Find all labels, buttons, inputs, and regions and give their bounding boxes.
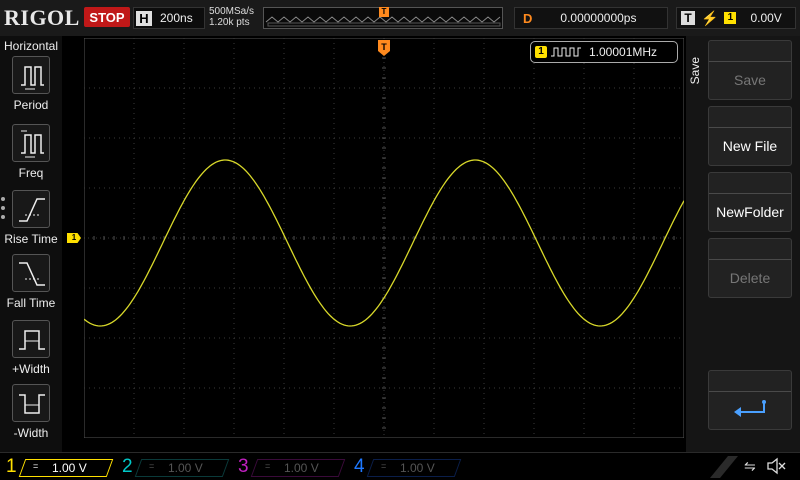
new-file-button-label: New File (709, 127, 791, 163)
timebase-value: 200ns (160, 11, 193, 25)
run-stop-status[interactable]: STOP (84, 7, 130, 27)
channel-number: 3 (238, 456, 249, 477)
measure-freq[interactable]: Freq (0, 124, 62, 188)
frequency-measurement[interactable]: 1 1.00001MHz (530, 41, 678, 63)
rising-edge-icon: ⚡ (701, 9, 719, 26)
coupling-icon: = (33, 461, 39, 471)
new-file-button[interactable]: New File (708, 106, 792, 166)
sample-rate: 500MSa/s (209, 6, 255, 17)
delete-button[interactable]: Delete (708, 238, 792, 298)
channel-4-status[interactable]: 4 = 1.00 V (348, 455, 462, 479)
trigger-position-top-marker: T (379, 7, 389, 17)
trigger-settings[interactable]: T ⚡ 1 0.00V (676, 7, 796, 29)
save-button[interactable]: Save (708, 40, 792, 100)
trigger-source-badge: 1 (724, 12, 737, 24)
measure-label: +Width (12, 362, 50, 376)
status-divider-icon (710, 456, 738, 478)
usb-icon: ⇋ (744, 458, 756, 474)
negative-width-icon (12, 384, 50, 422)
channel-number: 4 (354, 456, 365, 477)
save-menu: Save Save New File NewFolder Delete (686, 36, 800, 452)
measure-label: Rise Time (4, 232, 58, 246)
channel-number: 1 (6, 456, 17, 477)
speaker-muted-icon[interactable] (766, 457, 786, 475)
panel-title: Horizontal (3, 39, 59, 53)
measure-negative-width[interactable]: -Width (0, 384, 62, 448)
timebase-letter: H (136, 10, 152, 26)
brand-logo: RIGOL (4, 5, 80, 30)
new-folder-button-label: NewFolder (709, 193, 791, 229)
channel-scale: 1.00 V (400, 461, 435, 475)
frequency-value: 1.00001MHz (589, 45, 658, 59)
coupling-icon: = (381, 461, 387, 471)
horizontal-measure-panel: Horizontal Period Freq Rise Time Fall Ti… (0, 36, 62, 452)
svg-text:T: T (381, 42, 387, 52)
measure-label: Period (13, 98, 49, 112)
delay-value: 0.00000000ps (560, 11, 637, 25)
fall-time-icon (12, 254, 50, 292)
measure-positive-width[interactable]: +Width (0, 320, 62, 384)
channel-1-status[interactable]: 1 = 1.00 V (0, 455, 114, 479)
horizontal-delay[interactable]: D 0.00000000ps (514, 7, 668, 29)
rise-time-icon (12, 190, 50, 228)
positive-width-icon (12, 320, 50, 358)
menu-tab-label: Save (688, 57, 702, 85)
horizontal-timebase[interactable]: H 200ns (133, 7, 205, 29)
coupling-icon: = (149, 461, 155, 471)
trigger-position-marker[interactable]: T (378, 40, 390, 56)
waveform-display[interactable] (84, 38, 684, 438)
delay-letter: D (523, 10, 533, 26)
measure-fall-time[interactable]: Fall Time (0, 254, 62, 318)
new-folder-button[interactable]: NewFolder (708, 172, 792, 232)
channel-scale: 1.00 V (284, 461, 319, 475)
channel-scale: 1.00 V (52, 461, 87, 475)
channel-3-status[interactable]: 3 = 1.00 V (232, 455, 346, 479)
channel-2-status[interactable]: 2 = 1.00 V (116, 455, 230, 479)
measure-label: -Width (13, 426, 49, 440)
save-button-label: Save (709, 61, 791, 97)
square-wave-icon (551, 47, 581, 57)
delete-button-label: Delete (709, 259, 791, 295)
measure-label: Fall Time (6, 296, 56, 310)
top-status-bar: RIGOL STOP H 200ns 500MSa/s 1.20k pts T … (0, 0, 800, 36)
measure-period[interactable]: Period (0, 56, 62, 120)
measure-label: Freq (18, 166, 44, 180)
memory-depth: 1.20k pts (209, 17, 250, 28)
back-button[interactable] (708, 370, 792, 430)
acquisition-info: 500MSa/s 1.20k pts (209, 6, 254, 28)
freq-icon (12, 124, 50, 162)
trigger-level-value: 0.00V (750, 11, 782, 25)
period-icon (12, 56, 50, 94)
channel-scale: 1.00 V (168, 461, 203, 475)
back-arrow-icon (734, 399, 766, 417)
measure-rise-time[interactable]: Rise Time (0, 190, 62, 254)
channel-number: 2 (122, 456, 133, 477)
channel-status-bar: 1 = 1.00 V 2 = 1.00 V 3 = 1.00 V 4 = 1.0… (0, 452, 800, 480)
ch1-offset-marker[interactable]: 1 (67, 233, 81, 243)
trigger-letter: T (681, 11, 695, 25)
menu-tab: Save (686, 40, 704, 102)
coupling-icon: = (265, 461, 271, 471)
measurement-channel-badge: 1 (535, 46, 547, 58)
